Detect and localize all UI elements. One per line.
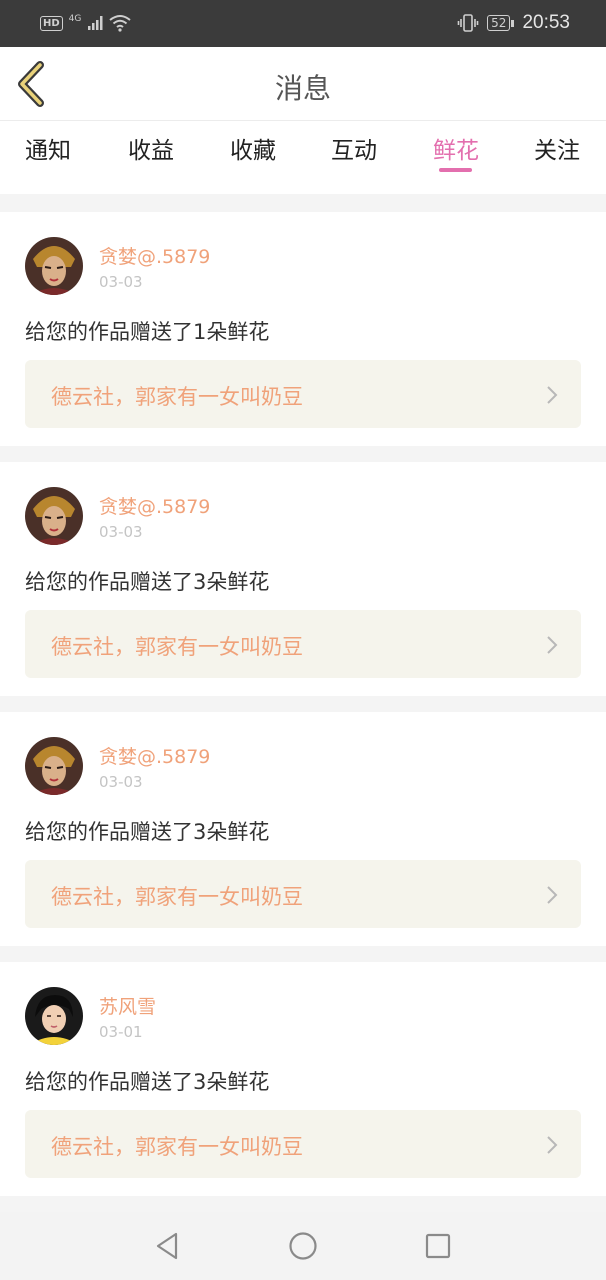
hd-indicator: HD bbox=[40, 15, 63, 31]
avatar[interactable] bbox=[25, 987, 83, 1045]
tab-earnings[interactable]: 收益 bbox=[111, 131, 191, 165]
message-card: 贪婪@.5879 03-03 给您的作品赠送了3朵鲜花 德云社，郭家有一女叫奶豆 bbox=[0, 712, 606, 946]
opera-mask-avatar-icon bbox=[25, 237, 83, 295]
sender-name[interactable]: 贪婪@.5879 bbox=[99, 742, 210, 769]
tab-favorites[interactable]: 收藏 bbox=[213, 131, 293, 165]
sender-name[interactable]: 贪婪@.5879 bbox=[99, 492, 210, 519]
status-right: 52 20:53 bbox=[457, 10, 570, 36]
triangle-back-icon[interactable] bbox=[152, 1230, 184, 1262]
sender-name[interactable]: 苏风雪 bbox=[99, 992, 156, 1019]
work-title: 德云社，郭家有一女叫奶豆 bbox=[51, 885, 303, 909]
clock: 20:53 bbox=[522, 12, 570, 33]
work-link[interactable]: 德云社，郭家有一女叫奶豆 bbox=[25, 860, 581, 928]
opera-mask-avatar-icon bbox=[25, 737, 83, 795]
work-title: 德云社，郭家有一女叫奶豆 bbox=[51, 635, 303, 659]
work-link[interactable]: 德云社，郭家有一女叫奶豆 bbox=[25, 360, 581, 428]
opera-mask-avatar-icon bbox=[25, 487, 83, 545]
active-tab-indicator bbox=[439, 168, 472, 172]
status-left: HD 4G bbox=[40, 12, 131, 34]
message-card: 苏风雪 03-01 给您的作品赠送了3朵鲜花 德云社，郭家有一女叫奶豆 bbox=[0, 962, 606, 1196]
circle-home-icon[interactable] bbox=[287, 1230, 319, 1262]
battery-level: 52 bbox=[487, 15, 511, 31]
young-man-avatar-icon bbox=[25, 987, 83, 1045]
message-text: 给您的作品赠送了1朵鲜花 bbox=[25, 320, 270, 344]
message-card: 贪婪@.5879 03-03 给您的作品赠送了1朵鲜花 德云社，郭家有一女叫奶豆 bbox=[0, 212, 606, 446]
message-text: 给您的作品赠送了3朵鲜花 bbox=[25, 820, 270, 844]
avatar[interactable] bbox=[25, 237, 83, 295]
signal-icon bbox=[88, 16, 103, 30]
chevron-right-icon bbox=[547, 386, 558, 404]
message-date: 03-01 bbox=[99, 1023, 143, 1041]
tab-interactions[interactable]: 互动 bbox=[314, 131, 394, 165]
status-bar: HD 4G 52 20:53 bbox=[0, 0, 606, 47]
message-card: 贪婪@.5879 03-03 给您的作品赠送了3朵鲜花 德云社，郭家有一女叫奶豆 bbox=[0, 462, 606, 696]
message-date: 03-03 bbox=[99, 273, 143, 291]
battery-tip bbox=[511, 19, 515, 27]
message-date: 03-03 bbox=[99, 773, 143, 791]
avatar[interactable] bbox=[25, 487, 83, 545]
work-link[interactable]: 德云社，郭家有一女叫奶豆 bbox=[25, 610, 581, 678]
chevron-right-icon bbox=[547, 1136, 558, 1154]
work-link[interactable]: 德云社，郭家有一女叫奶豆 bbox=[25, 1110, 581, 1178]
message-text: 给您的作品赠送了3朵鲜花 bbox=[25, 570, 270, 594]
tab-follows[interactable]: 关注 bbox=[517, 131, 597, 165]
chevron-right-icon bbox=[547, 636, 558, 654]
page-title: 消息 bbox=[274, 72, 331, 105]
work-title: 德云社，郭家有一女叫奶豆 bbox=[51, 385, 303, 409]
square-recents-icon[interactable] bbox=[422, 1230, 454, 1262]
system-nav-bar bbox=[0, 1212, 606, 1280]
message-text: 给您的作品赠送了3朵鲜花 bbox=[25, 1070, 270, 1094]
wifi-icon bbox=[109, 15, 131, 32]
tab-flowers[interactable]: 鲜花 bbox=[416, 131, 496, 165]
vibrate-icon bbox=[457, 14, 479, 32]
chevron-right-icon bbox=[547, 886, 558, 904]
avatar[interactable] bbox=[25, 737, 83, 795]
message-date: 03-03 bbox=[99, 523, 143, 541]
work-title: 德云社，郭家有一女叫奶豆 bbox=[51, 1135, 303, 1159]
tab-notifications[interactable]: 通知 bbox=[8, 131, 88, 165]
battery-indicator: 52 bbox=[487, 15, 515, 31]
header: 消息 bbox=[0, 47, 606, 121]
tab-bar: 通知 收益 收藏 互动 鲜花 关注 bbox=[0, 121, 606, 194]
sender-name[interactable]: 贪婪@.5879 bbox=[99, 242, 210, 269]
network-type: 4G bbox=[68, 14, 82, 24]
